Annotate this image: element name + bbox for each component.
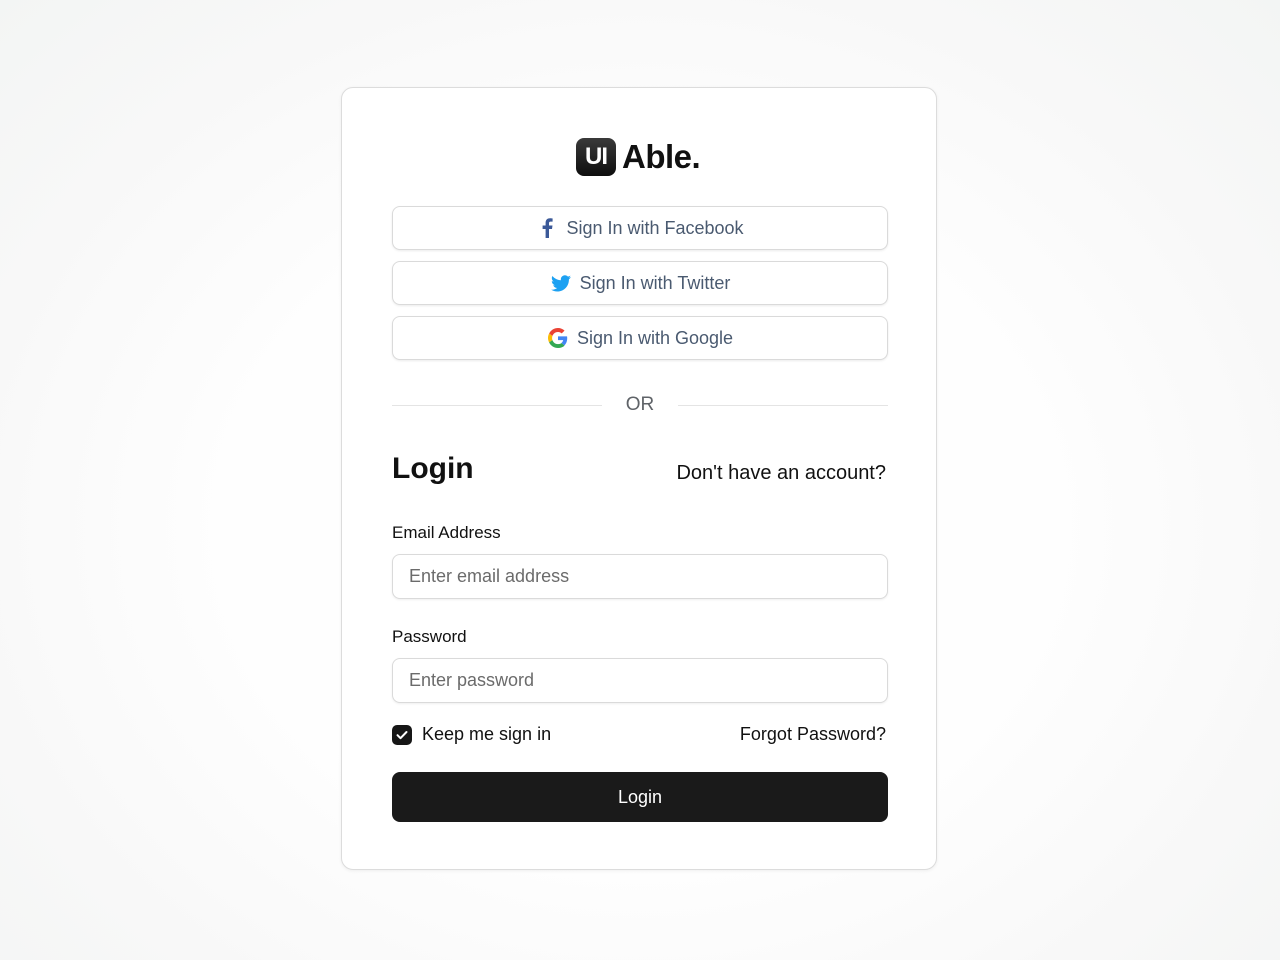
- password-field[interactable]: [392, 658, 888, 703]
- divider-text: OR: [625, 394, 655, 415]
- password-label: Password: [392, 627, 467, 646]
- twitter-icon: [550, 272, 572, 294]
- forgot-password-link[interactable]: Forgot Password?: [740, 724, 886, 745]
- keep-signed-in-toggle[interactable]: Keep me sign in: [392, 724, 551, 745]
- facebook-signin-label: Sign In with Facebook: [566, 217, 744, 238]
- twitter-signin-label: Sign In with Twitter: [579, 272, 731, 293]
- keep-signed-in-label: Keep me sign in: [422, 724, 552, 744]
- google-signin-button[interactable]: Sign In with Google: [392, 316, 888, 360]
- google-signin-label: Sign In with Google: [576, 327, 734, 348]
- signup-link[interactable]: Don't have an account?: [676, 462, 886, 485]
- divider-line-right: [678, 404, 888, 406]
- email-field[interactable]: [392, 554, 888, 599]
- google-icon: [547, 327, 569, 349]
- divider-line-left: [392, 404, 602, 406]
- facebook-signin-button[interactable]: Sign In with Facebook: [392, 206, 888, 250]
- brand-name: Able.: [622, 138, 701, 175]
- login-title: Login: [392, 452, 474, 485]
- keep-signed-in-checkbox[interactable]: [392, 724, 412, 745]
- check-icon: [396, 730, 408, 739]
- or-divider: OR: [392, 392, 888, 418]
- brand-logo: UI Able.: [576, 138, 701, 176]
- logo-mark: UI: [576, 138, 616, 176]
- login-card: UI Able. Sign In with Facebook Sign In w…: [341, 87, 937, 870]
- twitter-signin-button[interactable]: Sign In with Twitter: [392, 261, 888, 305]
- facebook-icon: [536, 217, 558, 239]
- email-label: Email Address: [392, 523, 501, 542]
- login-button[interactable]: Login: [392, 772, 888, 822]
